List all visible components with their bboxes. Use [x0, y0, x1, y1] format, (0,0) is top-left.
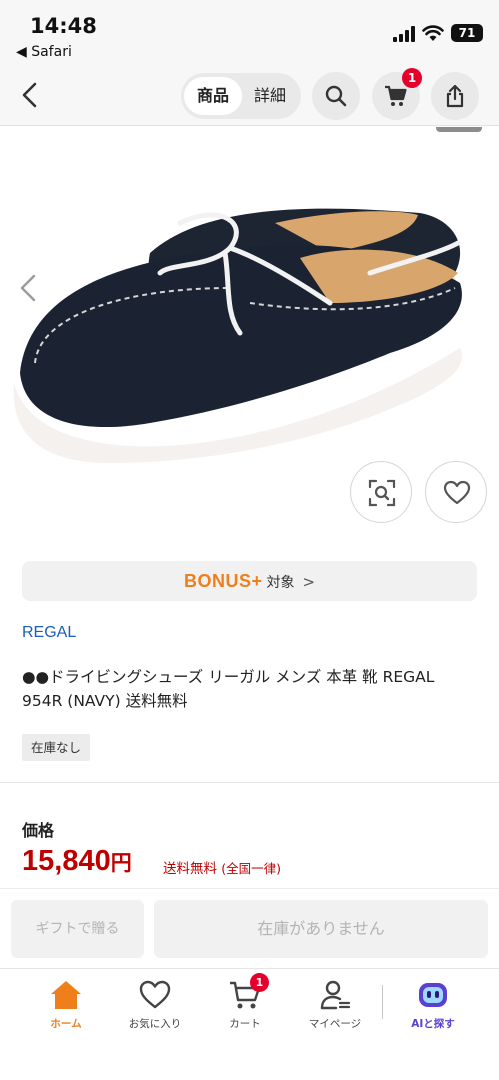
ai-assistant-icon	[419, 983, 447, 1007]
gift-button[interactable]: ギフトで贈る	[11, 900, 144, 958]
brand-link[interactable]: REGAL	[22, 624, 76, 642]
divider	[0, 782, 499, 783]
tab-favorites[interactable]: お気に入り	[110, 979, 200, 1043]
cart-icon	[385, 85, 407, 106]
tab-ai-search[interactable]: AIと探す	[388, 979, 478, 1043]
cart-count-badge: 1	[250, 973, 269, 992]
tab-cart[interactable]: 1 カート	[200, 973, 290, 1043]
share-button[interactable]	[431, 72, 479, 120]
bonus-text: 対象	[266, 575, 295, 591]
status-time: 14:48	[30, 14, 97, 38]
tab-home-label: ホーム	[50, 1018, 82, 1030]
price-label: 価格	[22, 821, 55, 840]
heart-icon	[139, 980, 171, 1009]
previous-image-icon[interactable]	[16, 273, 42, 303]
home-icon	[51, 981, 81, 1009]
back-icon[interactable]	[16, 80, 46, 110]
cart-count-badge: 1	[402, 68, 422, 88]
signal-icon	[393, 26, 415, 42]
tab-favorites-label: お気に入り	[128, 1018, 182, 1030]
out-of-stock-button[interactable]: 在庫がありません	[154, 900, 488, 958]
battery-indicator: 71	[451, 24, 483, 42]
top-nav: 商品 詳細 1	[0, 68, 499, 126]
tab-product[interactable]: 商品	[184, 77, 242, 115]
product-image	[13, 208, 463, 463]
status-bar: 14:48 ◀ Safari 71	[0, 0, 499, 68]
tab-home[interactable]: ホーム	[21, 979, 111, 1043]
product-title: ●●ドライビングシューズ リーガル メンズ 本革 靴 REGAL 954R (N…	[22, 668, 435, 710]
cart-button[interactable]: 1	[372, 68, 422, 120]
bottom-tab-bar: ホーム お気に入り 1 カート マイページ AIと探す	[0, 968, 499, 1080]
wifi-icon	[422, 25, 444, 41]
tab-separator	[382, 985, 383, 1019]
shipping-free: 送料無料	[163, 861, 217, 877]
back-to-safari-link[interactable]: ◀ Safari	[16, 44, 72, 60]
purchase-action-bar: ギフトで贈る 在庫がありません	[0, 888, 499, 968]
image-search-button[interactable]	[350, 461, 412, 523]
view-segmented-control: 商品 詳細	[181, 73, 301, 119]
bonus-banner[interactable]: BONUS+ 対象 >	[22, 561, 477, 601]
search-icon	[325, 85, 347, 107]
user-icon	[320, 980, 351, 1010]
price-value: 15,840円	[22, 845, 132, 878]
search-button[interactable]	[312, 72, 360, 120]
shipping-note: (全国一律)	[221, 861, 282, 876]
image-indicator	[436, 127, 482, 132]
visual-search-icon	[368, 479, 396, 507]
product-image-carousel[interactable]	[0, 127, 499, 547]
tab-ai-label: AIと探す	[411, 1018, 455, 1030]
tab-mypage-label: マイページ	[308, 1018, 362, 1030]
stock-status-tag: 在庫なし	[22, 734, 91, 761]
favorite-button[interactable]	[425, 461, 487, 523]
tab-mypage[interactable]: マイページ	[290, 979, 380, 1043]
share-icon	[446, 84, 464, 108]
tab-detail[interactable]: 詳細	[241, 77, 299, 115]
price-amount: 15,840	[22, 845, 111, 877]
shipping-info: 送料無料 (全国一律)	[163, 857, 281, 877]
heart-icon	[443, 480, 471, 505]
chevron-right-icon: >	[302, 573, 316, 591]
bonus-logo: BONUS+	[183, 571, 263, 591]
tab-cart-label: カート	[229, 1018, 261, 1030]
price-currency: 円	[110, 851, 132, 875]
